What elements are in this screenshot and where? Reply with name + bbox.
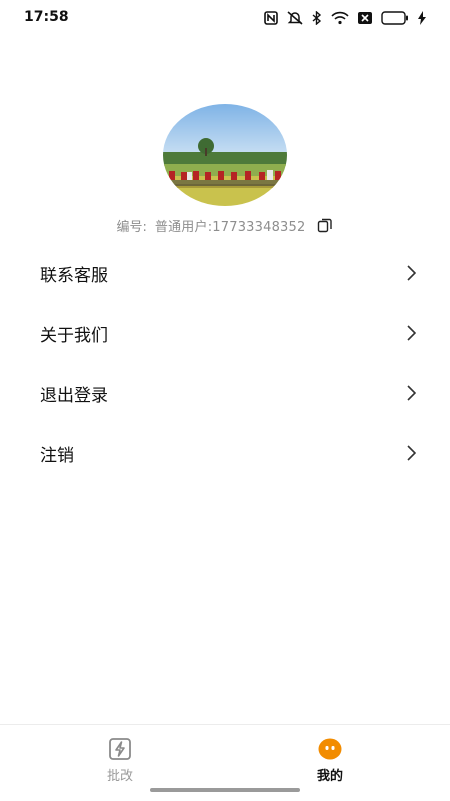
charging-icon — [418, 11, 426, 25]
mute-icon — [287, 11, 303, 25]
menu-item-logout[interactable]: 退出登录 — [0, 363, 450, 423]
tab-grade[interactable]: 批改 — [80, 737, 160, 787]
status-bar: 17:58 — [0, 0, 450, 36]
settings-menu: 联系客服 关于我们 退出登录 注销 — [0, 243, 450, 483]
chevron-right-icon — [407, 385, 416, 401]
menu-item-contact-support[interactable]: 联系客服 — [0, 243, 450, 303]
account-id-row: 编号: 普通用户:17733348352 — [0, 214, 450, 236]
tab-label: 我的 — [316, 769, 343, 784]
nfc-icon — [264, 11, 278, 25]
menu-item-label: 注销 — [40, 445, 74, 466]
chevron-right-icon — [407, 265, 416, 281]
sim-off-icon — [358, 12, 372, 24]
chevron-right-icon — [407, 445, 416, 461]
status-icons — [264, 9, 426, 27]
status-time: 17:58 — [24, 9, 69, 25]
face-icon — [318, 738, 342, 760]
lightning-icon — [109, 738, 131, 760]
chevron-right-icon — [407, 325, 416, 341]
menu-item-delete-account[interactable]: 注销 — [0, 423, 450, 483]
avatar[interactable] — [163, 104, 287, 206]
tab-mine[interactable]: 我的 — [290, 737, 370, 787]
account-id-label: 编号: — [116, 219, 147, 235]
menu-item-label: 联系客服 — [40, 265, 108, 286]
wifi-icon — [331, 11, 349, 25]
home-indicator[interactable] — [150, 788, 300, 792]
menu-item-about-us[interactable]: 关于我们 — [0, 303, 450, 363]
tab-label: 批改 — [106, 769, 133, 784]
bluetooth-icon — [312, 11, 322, 25]
account-id-value: 普通用户:17733348352 — [154, 219, 306, 235]
menu-item-label: 关于我们 — [40, 325, 108, 346]
battery-icon — [381, 11, 408, 25]
menu-item-label: 退出登录 — [40, 385, 108, 406]
copy-icon[interactable] — [317, 217, 333, 233]
